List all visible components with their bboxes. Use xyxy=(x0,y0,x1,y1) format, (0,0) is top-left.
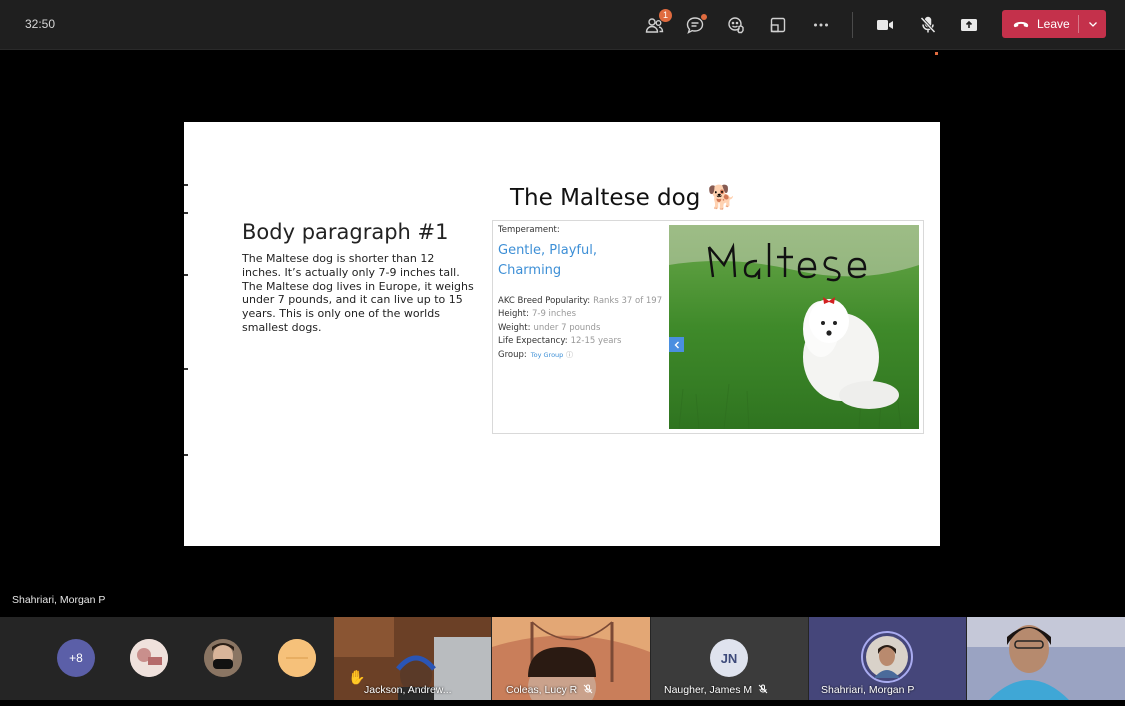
mic-off-icon xyxy=(920,16,936,34)
hang-up-icon xyxy=(1013,21,1029,28)
participants-badge: 1 xyxy=(659,9,672,22)
toolbar-divider xyxy=(852,12,853,38)
participant-strip: +8 ✋ Jackson, Andrew... Coleas, Lucy R J… xyxy=(0,617,1125,700)
fact-value: under 7 pounds xyxy=(533,322,601,333)
participant-tile[interactable] xyxy=(967,617,1125,700)
video-feed xyxy=(967,617,1125,700)
leave-main-button[interactable]: Leave xyxy=(1002,10,1078,38)
leave-options-button[interactable] xyxy=(1079,10,1106,38)
fact-label: AKC Breed Popularity: xyxy=(498,296,591,306)
participant-name-text: Coleas, Lucy R xyxy=(506,684,578,696)
fact-row-life-expectancy: Life Expectancy: 12-15 years xyxy=(498,335,668,348)
chevron-left-icon xyxy=(674,341,679,348)
more-actions-button[interactable] xyxy=(807,11,835,39)
avatar-image xyxy=(866,636,908,678)
participant-name: Jackson, Andrew... xyxy=(364,684,452,696)
body-heading: Body paragraph #1 xyxy=(242,220,449,244)
participant-tile[interactable]: ✋ Jackson, Andrew... xyxy=(334,617,491,700)
breed-facts-panel: Temperament: Gentle, Playful, Charming A… xyxy=(498,225,668,362)
participant-name: Naugher, James M xyxy=(664,684,768,696)
rooms-icon xyxy=(770,17,786,33)
info-icon: ⓘ xyxy=(566,350,573,359)
leave-label: Leave xyxy=(1037,17,1070,31)
fact-list: AKC Breed Popularity: Ranks 37 of 197 Hei… xyxy=(498,295,668,362)
share-button[interactable] xyxy=(955,11,983,39)
presenter-name: Shahriari, Morgan P xyxy=(12,594,106,606)
carousel-prev-button[interactable] xyxy=(669,337,684,352)
chat-unread-dot xyxy=(701,14,707,20)
fact-value: 12-15 years xyxy=(570,336,622,347)
teams-meeting-window: { "meeting": { "timer": "32:50" }, "tool… xyxy=(0,0,1125,706)
mic-button[interactable] xyxy=(914,11,942,39)
fact-label: Group: xyxy=(498,349,527,360)
meeting-timer: 32:50 xyxy=(25,17,56,31)
fact-row-popularity: AKC Breed Popularity: Ranks 37 of 197 xyxy=(498,295,668,308)
maltese-dog-image xyxy=(669,225,919,429)
participant-avatar[interactable] xyxy=(278,639,316,677)
participant-tile[interactable]: Coleas, Lucy R xyxy=(492,617,650,700)
temperament-value: Gentle, Playful, Charming xyxy=(498,243,597,278)
participant-name: Shahriari, Morgan P xyxy=(821,684,915,696)
participant-tile-active-speaker[interactable]: Shahriari, Morgan P xyxy=(809,617,966,700)
fact-label: Life Expectancy: xyxy=(498,336,568,347)
reactions-button[interactable] xyxy=(722,11,750,39)
avatar-image xyxy=(130,639,168,677)
mic-off-icon xyxy=(583,684,593,694)
fact-label: Height: xyxy=(498,309,529,320)
temperament-label: Temperament: xyxy=(498,225,560,235)
participant-name: Coleas, Lucy R xyxy=(506,684,593,696)
maltese-photo xyxy=(669,225,919,429)
participants-button[interactable]: 1 xyxy=(640,9,672,39)
participant-tile[interactable]: JN Naugher, James M xyxy=(651,617,808,700)
share-screen-icon xyxy=(961,19,977,31)
leave-button[interactable]: Leave xyxy=(1002,10,1106,38)
group-link: Toy Group xyxy=(530,350,564,359)
fact-row-group: Group: Toy Group ⓘ xyxy=(498,349,668,362)
breed-info-card: Temperament: Gentle, Playful, Charming A… xyxy=(492,220,924,434)
chevron-down-icon xyxy=(1088,22,1097,27)
raise-hand-icon xyxy=(728,17,744,34)
participant-initials-avatar: JN xyxy=(710,639,748,677)
rooms-button[interactable] xyxy=(764,11,792,39)
fact-value: 7-9 inches xyxy=(531,309,577,320)
fact-row-height: Height: 7-9 inches xyxy=(498,308,668,321)
shared-slide: The Maltese dog 🐕 Body paragraph #1 The … xyxy=(184,122,940,546)
more-participants-button[interactable]: +8 xyxy=(57,639,95,677)
slide-title: The Maltese dog 🐕 xyxy=(510,185,737,211)
raised-hand-icon: ✋ xyxy=(348,669,366,685)
more-icon xyxy=(814,23,828,27)
avatar-image xyxy=(204,639,242,677)
participant-avatar[interactable] xyxy=(204,639,242,677)
participant-avatar[interactable] xyxy=(130,639,168,677)
chat-button[interactable] xyxy=(681,11,709,39)
fact-row-weight: Weight: under 7 pounds xyxy=(498,322,668,335)
avatar-image xyxy=(278,639,316,677)
speaking-ring xyxy=(861,631,913,683)
fact-value: Ranks 37 of 197 xyxy=(593,296,663,306)
camera-icon xyxy=(877,20,893,30)
participant-name-text: Naugher, James M xyxy=(664,684,753,696)
fact-label: Weight: xyxy=(498,322,531,333)
meeting-toolbar: 32:50 1 Leave xyxy=(0,0,1125,50)
camera-button[interactable] xyxy=(871,11,899,39)
bottom-edge xyxy=(0,700,1125,706)
mic-off-icon xyxy=(758,684,768,694)
body-paragraph: The Maltese dog is shorter than 12 inche… xyxy=(242,252,474,334)
notification-mark xyxy=(935,52,938,55)
